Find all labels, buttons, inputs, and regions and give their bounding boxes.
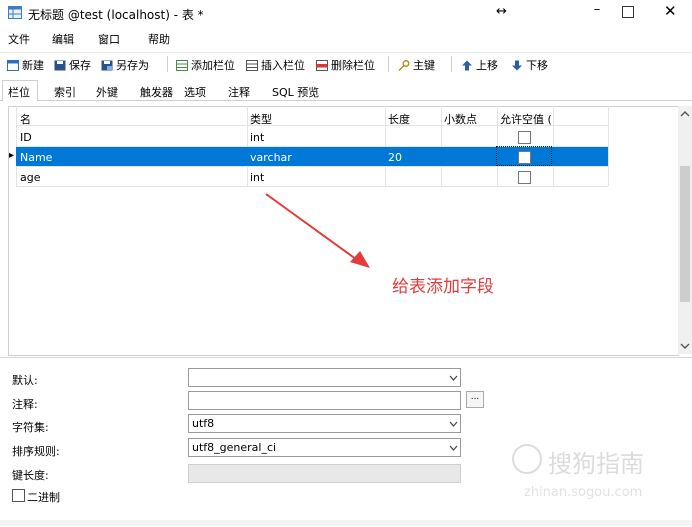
new-table-icon [7,59,19,71]
collation-value: utf8_general_ci [192,441,277,454]
save-as-icon [101,60,113,70]
grid-col-divider [247,106,248,186]
insert-field-button[interactable]: 插入栏位 [246,57,305,73]
tab-indexes[interactable]: 索引 [54,84,76,100]
insert-field-label: 插入栏位 [261,59,305,72]
nullable-checkbox[interactable] [518,131,531,144]
keylen-field [188,464,461,483]
column-header-nullable[interactable]: 允许空值 ( [500,111,552,127]
new-button[interactable]: 新建 [7,57,44,73]
add-field-label: 添加栏位 [191,59,235,72]
column-header-name[interactable]: 名 [20,111,31,127]
menu-help[interactable]: 帮助 [148,31,170,47]
save-as-label: 另存为 [116,59,149,72]
toolbar-separator [451,56,452,72]
comment-label: 注释: [12,398,38,411]
charset-value: utf8 [192,417,215,430]
annotation-arrow-icon [265,193,370,268]
sogou-logo-icon [512,444,542,474]
annotation-text: 给表添加字段 [392,277,494,297]
grid-col-divider [16,106,17,186]
move-down-button[interactable]: 下移 [511,57,548,73]
tab-fields[interactable]: 栏位 [8,84,30,100]
arrow-up-icon [462,60,472,70]
cell-name[interactable]: age [20,171,41,184]
grid-col-divider [385,106,386,186]
delete-field-label: 删除栏位 [331,59,375,72]
charset-label: 字符集: [12,421,49,434]
binary-checkbox[interactable] [12,489,25,502]
delete-field-button[interactable]: 删除栏位 [316,57,375,73]
chevron-down-icon[interactable] [449,375,458,381]
row-marker-icon: ▸ [9,150,15,161]
comment-field[interactable] [188,391,461,410]
primary-key-button[interactable]: 主键 [398,57,435,73]
tab-sql-preview[interactable]: SQL 预览 [272,84,319,100]
save-button[interactable]: 保存 [54,57,91,73]
menu-file[interactable]: 文件 [8,31,30,47]
table-app-icon [8,6,22,19]
status-bar [0,520,692,526]
nullable-checkbox[interactable] [518,151,531,164]
charset-dropdown[interactable]: utf8 [188,414,461,433]
menu-edit[interactable]: 编辑 [52,31,74,47]
insert-field-icon [246,59,258,71]
menu-window[interactable]: 窗口 [98,31,120,47]
toolbar-separator [167,56,168,72]
grid-row-divider [16,186,608,187]
grid-col-divider [441,106,442,186]
column-header-type[interactable]: 类型 [250,111,272,127]
chevron-down-icon[interactable] [449,445,458,451]
binary-label: 二进制 [27,491,60,504]
save-icon [54,60,66,70]
tab-foreign-keys[interactable]: 外键 [96,84,118,100]
move-up-label: 上移 [476,59,498,72]
delete-field-icon [316,59,328,71]
scroll-up-icon[interactable] [680,110,690,118]
arrow-down-icon [512,60,522,70]
minimize-button[interactable]: – [582,2,612,22]
close-button[interactable]: ✕ [664,2,677,20]
collation-dropdown[interactable]: utf8_general_ci [188,438,461,457]
save-as-button[interactable]: 另存为 [101,57,149,73]
tab-triggers[interactable]: 触发器 [140,84,173,100]
scrollbar-thumb[interactable] [680,166,690,302]
window-title: 无标题 @test (localhost) - 表 * [28,8,204,22]
tab-comment[interactable]: 注释 [228,84,250,100]
move-down-label: 下移 [526,59,548,72]
grid-col-divider [608,106,609,186]
chevron-down-icon[interactable] [449,421,458,427]
resize-icon[interactable]: ↔ [496,4,507,19]
toolbar-separator [388,56,389,72]
default-label: 默认: [12,374,38,387]
move-up-button[interactable]: 上移 [461,57,498,73]
cell-type[interactable]: varchar [250,151,292,164]
grid-row-divider [16,166,608,167]
keylen-label: 键长度: [12,469,49,482]
add-field-button[interactable]: 添加栏位 [176,57,235,73]
cell-type[interactable]: int [250,171,264,184]
watermark-text: 搜狗指南 [548,450,644,478]
key-icon [398,59,410,71]
collation-label: 排序规则: [12,445,60,458]
tab-options[interactable]: 选项 [184,84,206,100]
scroll-down-icon[interactable] [680,342,690,350]
cell-type[interactable]: int [250,131,264,144]
cell-name[interactable]: Name [20,151,52,164]
cell-name[interactable]: ID [20,131,32,144]
grid-col-divider [553,106,554,186]
maximize-button[interactable] [622,6,634,18]
new-label: 新建 [22,59,44,72]
save-label: 保存 [69,59,91,72]
column-header-length[interactable]: 长度 [388,111,410,127]
column-header-decimals[interactable]: 小数点 [444,111,477,127]
add-field-icon [176,59,188,71]
cell-length[interactable]: 20 [388,151,402,164]
comment-edit-button[interactable]: ... [466,391,484,408]
default-dropdown[interactable] [188,368,461,387]
watermark-url: zhinan.sogou.com [524,485,643,500]
nullable-checkbox[interactable] [518,171,531,184]
primary-key-label: 主键 [413,59,435,72]
